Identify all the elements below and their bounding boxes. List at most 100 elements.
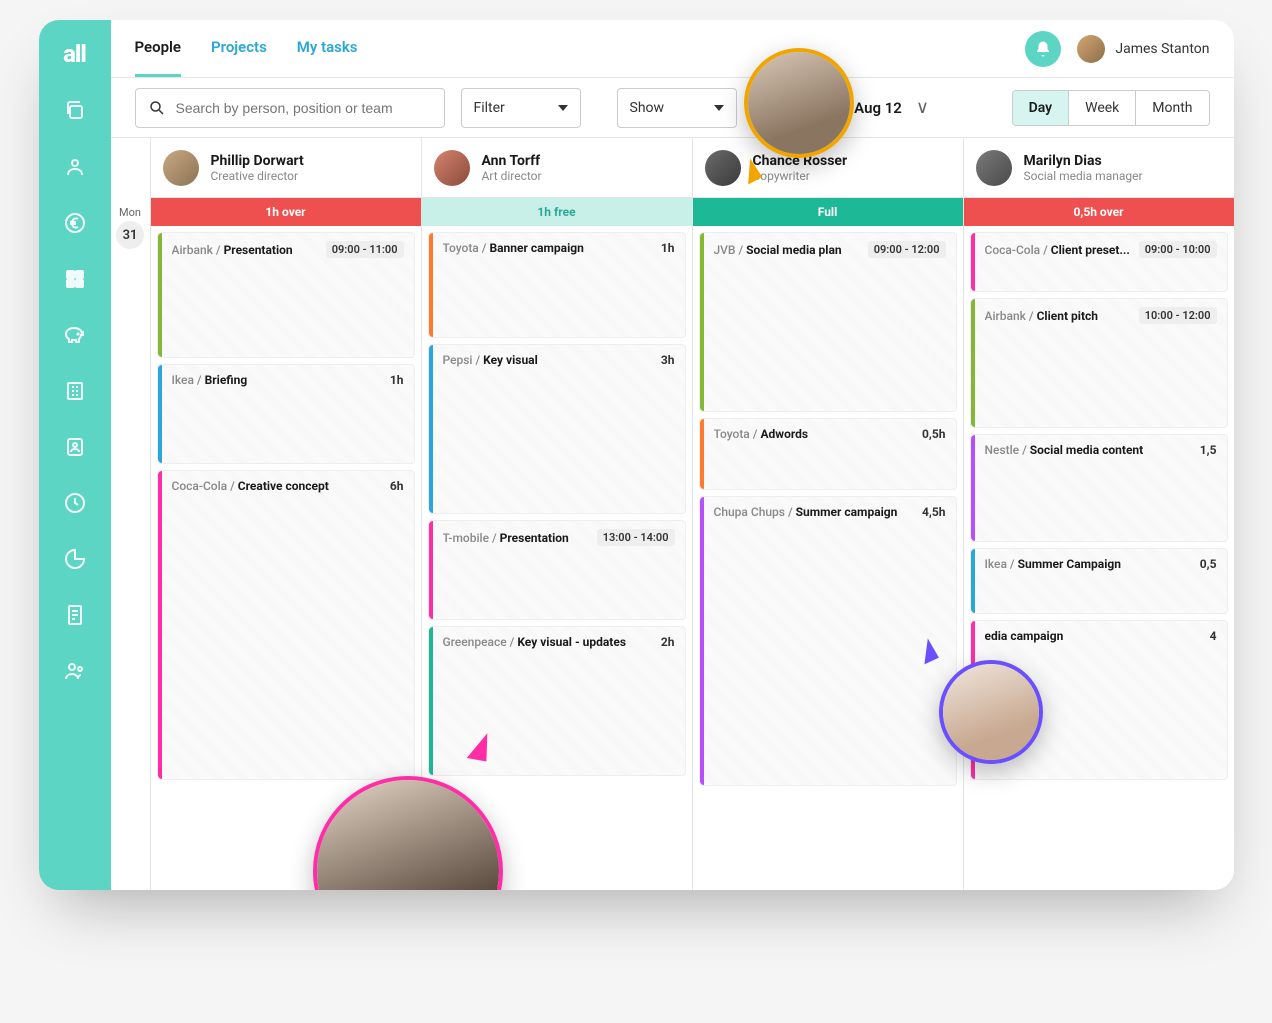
document-icon[interactable] <box>62 602 88 628</box>
tabs: People Projects My tasks <box>135 20 358 77</box>
status-bar: 0,5h over <box>964 198 1234 226</box>
person-header: Ann TorffArt director <box>422 138 692 198</box>
task-title: Toyota / Banner campaign <box>443 241 584 255</box>
app-window: all People Projects My tasks James Stant… <box>39 20 1234 890</box>
show-label: Show <box>630 100 665 116</box>
task-card[interactable]: Toyota / Adwords 0,5h <box>699 418 957 490</box>
task-card[interactable]: Ikea / Briefing 1h <box>157 364 415 464</box>
task-card[interactable]: Airbank / Client pitch 10:00 - 12:00 <box>970 298 1228 428</box>
task-duration: 2h <box>661 635 675 649</box>
filter-label: Filter <box>474 100 505 116</box>
task-card[interactable]: Chupa Chups / Summer campaign 4,5h <box>699 496 957 786</box>
task-time: 09:00 - 10:00 <box>1139 241 1217 258</box>
users-icon[interactable] <box>62 154 88 180</box>
person-name: Ann Torff <box>482 153 542 169</box>
building-icon[interactable] <box>62 378 88 404</box>
task-card[interactable]: Coca-Cola / Client preset... 09:00 - 10:0… <box>970 232 1228 292</box>
task-title: Chupa Chups / Summer campaign <box>714 505 898 519</box>
main: People Projects My tasks James Stanton F… <box>111 20 1234 890</box>
chart-icon[interactable] <box>62 546 88 572</box>
notifications-button[interactable] <box>1025 31 1061 67</box>
person-header: Marilyn DiasSocial media manager <box>964 138 1234 198</box>
avatar <box>434 150 470 186</box>
task-card[interactable]: Airbank / Presentation 09:00 - 11:00 <box>157 232 415 358</box>
avatar <box>163 150 199 186</box>
tab-people[interactable]: People <box>135 38 182 77</box>
task-time: 13:00 - 14:00 <box>597 529 675 546</box>
presence-avatar-purple <box>939 660 1043 764</box>
board: Mon 31 Phillip DorwartCreative director1… <box>111 138 1234 890</box>
person-name: Marilyn Dias <box>1024 153 1143 169</box>
search-icon <box>148 99 166 117</box>
search-input[interactable] <box>176 100 432 116</box>
task-title: Ikea / Summer Campaign <box>985 557 1121 571</box>
task-duration: 6h <box>390 479 404 493</box>
view-day[interactable]: Day <box>1013 91 1070 125</box>
task-title: edia campaign <box>985 629 1064 643</box>
task-title: Toyota / Adwords <box>714 427 809 441</box>
task-title: Coca-Cola / Creative concept <box>172 479 329 493</box>
filter-dropdown[interactable]: Filter <box>461 88 581 128</box>
status-bar: 1h over <box>151 198 421 226</box>
day-label: Mon <box>111 206 150 219</box>
next-button[interactable]: ∨ <box>916 97 929 118</box>
person-role: Creative director <box>211 169 304 183</box>
task-card[interactable]: Coca-Cola / Creative concept 6h <box>157 470 415 780</box>
avatar <box>705 150 741 186</box>
person-column: Ann TorffArt director1h freeToyota / Ban… <box>422 138 693 890</box>
task-title: Greenpeace / Key visual - updates <box>443 635 627 649</box>
task-card[interactable]: T-mobile / Presentation 13:00 - 14:00 <box>428 520 686 620</box>
euro-icon[interactable] <box>62 210 88 236</box>
view-switch: Day Week Month <box>1012 90 1210 126</box>
presence-avatar-yellow <box>744 48 854 158</box>
task-card[interactable]: Ikea / Summer Campaign 0,5 <box>970 548 1228 614</box>
task-duration: 1h <box>390 373 404 387</box>
tab-mytasks[interactable]: My tasks <box>297 38 358 77</box>
clock-icon[interactable] <box>62 490 88 516</box>
chevron-down-icon <box>714 105 724 111</box>
task-card[interactable]: Pepsi / Key visual3h <box>428 344 686 514</box>
task-card[interactable]: Nestle / Social media content1,5 <box>970 434 1228 542</box>
view-month[interactable]: Month <box>1136 91 1208 125</box>
user-menu[interactable]: James Stanton <box>1077 35 1209 63</box>
person-role: Copywriter <box>753 169 848 183</box>
search-box[interactable] <box>135 88 445 128</box>
chevron-down-icon <box>558 105 568 111</box>
day-number: 31 <box>116 221 144 249</box>
view-week[interactable]: Week <box>1069 91 1136 125</box>
task-list: Coca-Cola / Client preset... 09:00 - 10:0… <box>964 226 1234 890</box>
task-time: 10:00 - 12:00 <box>1139 307 1217 324</box>
show-dropdown[interactable]: Show <box>617 88 737 128</box>
task-card[interactable]: Greenpeace / Key visual - updates 2h <box>428 626 686 776</box>
piggy-icon[interactable] <box>62 322 88 348</box>
user-name: James Stanton <box>1115 41 1209 57</box>
person-name: Phillip Dorwart <box>211 153 304 169</box>
task-card[interactable]: Toyota / Banner campaign1h <box>428 232 686 338</box>
task-duration: 0,5h <box>922 427 945 441</box>
task-time: 09:00 - 11:00 <box>326 241 404 258</box>
topbar: People Projects My tasks James Stanton <box>111 20 1234 78</box>
copy-icon[interactable] <box>62 98 88 124</box>
task-title: T-mobile / Presentation <box>443 531 569 545</box>
task-list: Toyota / Banner campaign1hPepsi / Key vi… <box>422 226 692 890</box>
task-title: Airbank / Presentation <box>172 243 293 257</box>
task-title: Airbank / Client pitch <box>985 309 1098 323</box>
task-time: 09:00 - 12:00 <box>868 241 946 258</box>
task-duration: 4,5h <box>922 505 945 519</box>
person-role: Social media manager <box>1024 169 1143 183</box>
tab-projects[interactable]: Projects <box>211 38 267 77</box>
task-title: Ikea / Briefing <box>172 373 248 387</box>
task-card[interactable]: JVB / Social media plan09:00 - 12:00 <box>699 232 957 412</box>
person-header: Phillip DorwartCreative director <box>151 138 421 198</box>
logo: all <box>63 40 86 68</box>
contact-icon[interactable] <box>62 434 88 460</box>
task-title: Pepsi / Key visual <box>443 353 538 367</box>
avatar <box>976 150 1012 186</box>
person-role: Art director <box>482 169 542 183</box>
task-duration: 4 <box>1210 629 1217 643</box>
task-title: Nestle / Social media content <box>985 443 1144 457</box>
task-duration: 0,5 <box>1200 557 1217 571</box>
grid-icon[interactable] <box>62 266 88 292</box>
task-title: Coca-Cola / Client preset... <box>985 243 1130 257</box>
team-icon[interactable] <box>62 658 88 684</box>
